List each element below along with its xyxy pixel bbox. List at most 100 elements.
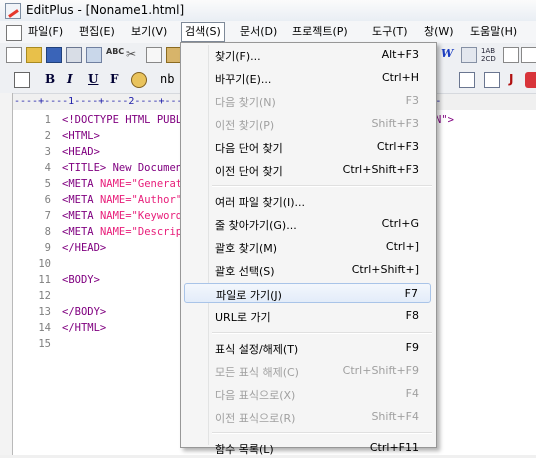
code-line: </BODY>: [62, 306, 107, 318]
search-menu-item[interactable]: 여러 파일 찾기(I)...: [184, 191, 431, 211]
menu-item-label: 이전 찾기(P): [215, 118, 275, 132]
search-menu-dropdown: 찾기(F)... Alt+F3 바꾸기(E)... Ctrl+H 다음 찾기(N) F3 이…: [180, 42, 437, 456]
menu-item-shortcut: F7: [404, 287, 418, 300]
menu-item-label: 괄호 찾기(M): [215, 242, 278, 256]
line-number: 5: [44, 178, 51, 190]
menu-item-shortcut: F8: [405, 308, 419, 322]
menu-item-label: 찾기(F)...: [215, 50, 261, 63]
menu-item-shortcut: Ctrl+F11: [369, 441, 419, 455]
window-title: EditPlus - [Noname1.html]: [26, 3, 185, 17]
toggle-view-icon[interactable]: [461, 47, 477, 63]
menu-separator: [212, 185, 432, 188]
line-number: 11: [38, 274, 51, 286]
search-menu-item[interactable]: 바꾸기(E)... Ctrl+H: [184, 68, 431, 88]
menu-item-label: 이전 표식으로(R): [215, 411, 296, 425]
line-number: 4: [44, 162, 51, 174]
word-wrap-icon[interactable]: [521, 47, 536, 63]
code-line: <HTML>: [62, 130, 100, 142]
menu-window[interactable]: 창(W): [424, 24, 454, 40]
font-button[interactable]: F: [110, 72, 119, 86]
cut-icon[interactable]: ✂: [126, 47, 142, 63]
spell-check-icon[interactable]: ABC: [106, 47, 124, 63]
menu-item-label: 괄호 선택(S): [215, 265, 275, 279]
search-menu-item: 모든 표식 해제(C) Ctrl+Shift+F9: [184, 361, 431, 381]
menu-item-label: URL로 가기: [215, 310, 271, 324]
search-menu-item[interactable]: 찾기(F)... Alt+F3: [184, 45, 431, 65]
line-number: 12: [38, 290, 51, 302]
menu-separator: [212, 432, 432, 435]
menu-item-shortcut: Alt+F3: [381, 48, 419, 61]
run-icon[interactable]: [525, 72, 536, 88]
menu-view[interactable]: 보기(V): [131, 24, 167, 40]
color-icon[interactable]: [131, 72, 147, 88]
line-number: 13: [38, 306, 51, 318]
print-preview-icon[interactable]: [86, 47, 102, 63]
print-icon[interactable]: [66, 47, 82, 63]
menu-item-shortcut: Ctrl+Shift+F3: [342, 162, 419, 176]
menu-search[interactable]: 검색(S): [181, 22, 225, 42]
find-icon[interactable]: [14, 72, 30, 88]
word-icon[interactable]: W: [441, 47, 457, 63]
line-number-icon[interactable]: 1AB 2CD: [481, 47, 497, 63]
line-number: 6: [44, 194, 51, 206]
italic-button[interactable]: I: [67, 72, 73, 86]
title-bar: EditPlus - [Noname1.html]: [0, 0, 536, 22]
menu-item-shortcut: Ctrl+G: [381, 217, 419, 231]
line-number: 10: [38, 258, 51, 270]
search-menu-item[interactable]: 표식 설정/해제(T) F9: [184, 338, 431, 358]
menu-item-label: 다음 단어 찾기: [215, 141, 283, 155]
menu-item-shortcut: Shift+F3: [371, 116, 419, 130]
menu-item-shortcut: Ctrl+F3: [376, 139, 419, 153]
menu-item-label: 다음 표식으로(X): [215, 388, 296, 402]
menu-edit[interactable]: 편집(E): [79, 24, 115, 40]
menu-item-label: 모든 표식 해제(C): [215, 365, 299, 379]
nbsp-button[interactable]: nb: [160, 72, 174, 86]
java-icon[interactable]: J: [509, 72, 513, 86]
directory-pane[interactable]: [0, 93, 13, 455]
document-icon[interactable]: [6, 25, 22, 41]
menu-item-label: 표식 설정/해제(T): [215, 342, 299, 356]
list-icon[interactable]: [459, 72, 475, 88]
menu-project[interactable]: 프로젝트(P): [292, 24, 348, 40]
menu-document[interactable]: 문서(D): [240, 24, 277, 40]
code-line: </HTML>: [62, 322, 107, 334]
search-menu-item[interactable]: 괄호 선택(S) Ctrl+Shift+]: [184, 260, 431, 280]
open-folder-icon[interactable]: [26, 47, 42, 63]
line-number: 9: [44, 242, 51, 254]
search-menu-item[interactable]: 파일로 가기(J) F7: [184, 283, 431, 303]
search-menu-item[interactable]: 다음 단어 찾기 Ctrl+F3: [184, 137, 431, 157]
menu-item-shortcut: Ctrl+Shift+]: [351, 263, 419, 277]
menu-help[interactable]: 도움말(H): [470, 24, 517, 40]
underline-button[interactable]: U: [88, 72, 98, 86]
menu-bar: 파일(F) 편집(E) 보기(V) 검색(S) 문서(D) 프로젝트(P) 도구…: [0, 21, 536, 44]
menu-item-shortcut: Ctrl+H: [381, 70, 419, 84]
search-menu-item[interactable]: 함수 목록(L) Ctrl+F11: [184, 438, 431, 458]
code-tag: <META: [62, 194, 100, 206]
menu-item-shortcut: Ctrl+]: [385, 240, 419, 254]
menu-item-shortcut: Ctrl+Shift+F9: [342, 363, 419, 377]
line-number: 14: [38, 322, 51, 334]
menu-tools[interactable]: 도구(T): [372, 24, 408, 40]
code-line: <BODY>: [62, 274, 100, 286]
ruler-icon[interactable]: [503, 47, 519, 63]
menu-item-shortcut: F9: [405, 340, 419, 354]
code-tag: <META: [62, 226, 100, 238]
search-menu-item[interactable]: 괄호 찾기(M) Ctrl+]: [184, 237, 431, 257]
clipboard-icon[interactable]: [484, 72, 500, 88]
line-number: 2: [44, 130, 51, 142]
line-number: 8: [44, 226, 51, 238]
bold-button[interactable]: B: [45, 72, 55, 86]
code-tag: <META: [62, 210, 100, 222]
line-number: 15: [38, 338, 51, 350]
line-number: 3: [44, 146, 51, 158]
copy-icon[interactable]: [146, 47, 162, 63]
menu-item-label: 여러 파일 찾기(I)...: [215, 196, 306, 210]
search-menu-item[interactable]: 이전 단어 찾기 Ctrl+Shift+F3: [184, 160, 431, 180]
search-menu-item[interactable]: URL로 가기 F8: [184, 306, 431, 326]
menu-item-label: 줄 찾아가기(G)...: [215, 219, 297, 233]
new-file-icon[interactable]: [6, 47, 22, 63]
save-icon[interactable]: [46, 47, 62, 63]
menu-file[interactable]: 파일(F): [28, 24, 63, 40]
menu-item-label: 다음 찾기(N): [215, 95, 276, 109]
search-menu-item[interactable]: 줄 찾아가기(G)... Ctrl+G: [184, 214, 431, 234]
